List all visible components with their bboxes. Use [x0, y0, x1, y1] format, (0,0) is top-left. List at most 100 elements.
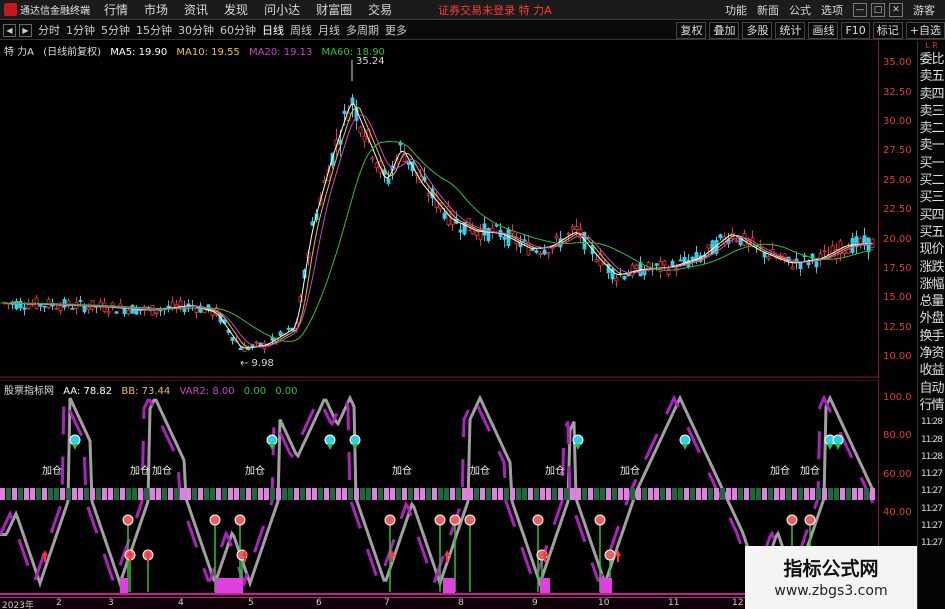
add-position-label: 加仓 — [392, 464, 412, 477]
signal-band-cell — [750, 488, 755, 500]
signal-band-cell — [198, 488, 203, 500]
menu-trade[interactable]: 交易 — [368, 1, 392, 18]
signal-band-cell — [264, 488, 269, 500]
indicator-tick: 100.0 — [883, 392, 912, 403]
menu-news[interactable]: 资讯 — [184, 1, 208, 18]
guest-label[interactable]: 游客 — [913, 2, 935, 18]
watermark: 指标公式网 www.zbgs3.com — [745, 546, 917, 609]
signal-band-cell — [600, 488, 605, 500]
f10-button[interactable]: F10 — [841, 22, 870, 39]
signal-band-cell — [636, 488, 641, 500]
login-warning[interactable]: 证券交易未登录 特 力A — [438, 2, 552, 18]
draw-button[interactable]: 画线 — [808, 22, 839, 39]
maximize-icon[interactable]: □ — [871, 3, 885, 17]
period-60min[interactable]: 60分钟 — [220, 22, 256, 38]
signal-band-cell — [294, 488, 299, 500]
signal-band-cell — [318, 488, 323, 500]
buy-pin-icon — [604, 549, 616, 561]
sell-signal-icon — [832, 434, 844, 446]
candle-body — [358, 126, 363, 134]
signal-band-cell — [120, 488, 125, 500]
menu-wealth[interactable]: 财富圈 — [316, 1, 352, 18]
signal-band-cell — [558, 488, 563, 500]
signal-band-cell — [222, 488, 227, 500]
candle-body — [114, 311, 119, 314]
minimize-icon[interactable]: — — [853, 3, 867, 17]
signal-band-cell — [648, 488, 653, 500]
signal-band-cell — [72, 488, 77, 500]
buy-pin-icon — [532, 514, 544, 526]
menu-discover[interactable]: 发现 — [224, 1, 248, 18]
buy-pin-icon — [464, 514, 476, 526]
date-tick: 2 — [56, 598, 62, 608]
period-tick[interactable]: 分时 — [38, 22, 60, 38]
signal-band-cell — [708, 488, 713, 500]
mark-button[interactable]: 标记 — [872, 22, 903, 39]
overlay-button[interactable]: 叠加 — [709, 22, 740, 39]
signal-band-cell — [54, 488, 59, 500]
period-month[interactable]: 月线 — [318, 22, 340, 38]
down-arrow-icon — [72, 444, 78, 450]
period-day[interactable]: 日线 — [262, 22, 284, 38]
candle-body — [70, 307, 75, 310]
back-icon[interactable]: ◀ — [3, 23, 16, 37]
signal-band-cell — [246, 488, 251, 500]
menu-formula[interactable]: 公式 — [789, 2, 811, 18]
signal-band-cell — [696, 488, 701, 500]
period-5min[interactable]: 5分钟 — [101, 22, 130, 38]
indicator-tick: 40.00 — [883, 507, 912, 518]
menu-options[interactable]: 选项 — [821, 2, 843, 18]
candle-body — [630, 264, 635, 276]
low-label: ← 9.98 — [240, 358, 274, 369]
signal-band-cell — [366, 488, 371, 500]
stats-button[interactable]: 统计 — [775, 22, 806, 39]
candlestick-chart[interactable]: 35.24← 9.98 — [0, 41, 878, 378]
signal-band-cell — [210, 488, 215, 500]
signal-band-cell — [18, 488, 23, 500]
price-tick: 15.00 — [883, 292, 912, 303]
candlestick-panel[interactable]: 35.24 ← 9.98 特 力A (日线前复权) MA5: 19.90 MA10… — [0, 41, 878, 378]
multi-stock-button[interactable]: 多股 — [742, 22, 773, 39]
candle-body — [654, 263, 659, 266]
forward-icon[interactable]: ▶ — [19, 23, 32, 37]
period-more[interactable]: 更多 — [385, 22, 407, 38]
menu-newface[interactable]: 新面 — [757, 2, 779, 18]
side-label: 自动 — [919, 380, 944, 396]
signal-band-cell — [384, 488, 389, 500]
period-1min[interactable]: 1分钟 — [66, 22, 95, 38]
side-lr-label[interactable]: L R — [918, 41, 945, 51]
menu-quotes[interactable]: 行情 — [104, 1, 128, 18]
signal-band-cell — [450, 488, 455, 500]
menu-ask[interactable]: 问小达 — [264, 1, 300, 18]
candle-body — [670, 260, 675, 267]
period-15min[interactable]: 15分钟 — [136, 22, 172, 38]
signal-band-cell — [672, 488, 677, 500]
candle-body — [62, 299, 67, 308]
signal-band-cell — [630, 488, 635, 500]
side-r[interactable]: R — [932, 41, 938, 50]
signal-band-cell — [36, 488, 41, 500]
period-multi[interactable]: 多周期 — [346, 22, 379, 38]
signal-band-cell — [840, 488, 845, 500]
adjust-button[interactable]: 复权 — [676, 22, 707, 39]
menu-market[interactable]: 市场 — [144, 1, 168, 18]
add-watchlist-button[interactable]: +自选 — [905, 22, 945, 39]
close-icon[interactable]: ✕ — [889, 3, 903, 17]
period-30min[interactable]: 30分钟 — [178, 22, 214, 38]
signal-band-cell — [858, 488, 863, 500]
signal-band-cell — [702, 488, 707, 500]
signal-band-cell — [48, 488, 53, 500]
signal-band-cell — [126, 488, 131, 500]
zero-value-2: 0.00 — [275, 386, 298, 397]
candle-body — [682, 256, 687, 264]
side-l[interactable]: L — [925, 41, 929, 50]
price-tick: 27.50 — [883, 145, 912, 156]
signal-band-cell — [414, 488, 419, 500]
sell-signal-icon — [69, 434, 81, 446]
side-label: 卖一 — [919, 138, 944, 154]
period-week[interactable]: 周线 — [290, 22, 312, 38]
candle-body — [406, 161, 411, 165]
menu-function[interactable]: 功能 — [725, 2, 747, 18]
signal-band-cell — [576, 488, 581, 500]
signal-band-cell — [168, 488, 173, 500]
